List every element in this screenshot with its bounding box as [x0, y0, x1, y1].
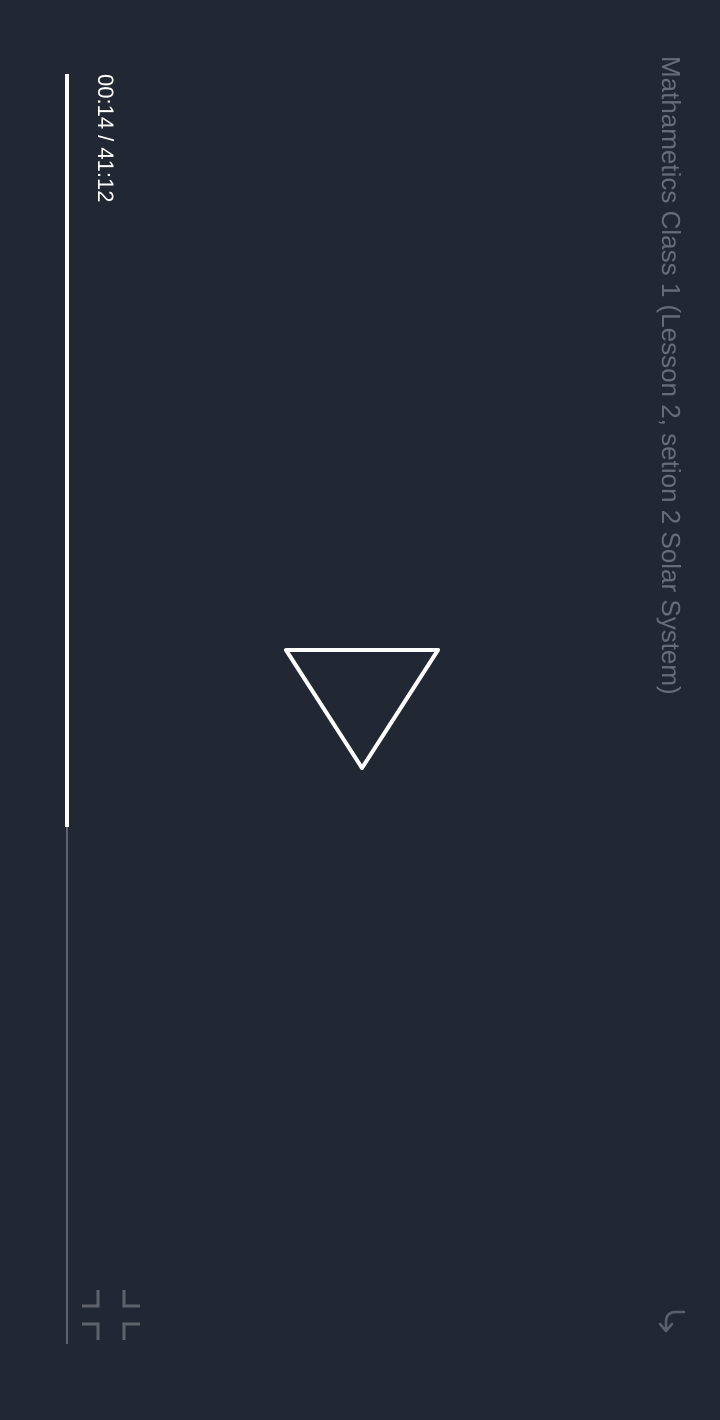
exit-fullscreen-icon[interactable] [78, 1288, 144, 1344]
time-display: 00:14 / 41:12 [93, 74, 118, 203]
video-title: Mathametics Class 1 (Lesson 2, setion 2 … [656, 56, 686, 695]
progress-fill [65, 74, 69, 828]
progress-bar[interactable] [65, 74, 69, 1344]
play-icon[interactable] [280, 642, 444, 776]
share-icon[interactable] [654, 1304, 690, 1340]
video-player[interactable]: Mathametics Class 1 (Lesson 2, setion 2 … [0, 0, 720, 1420]
